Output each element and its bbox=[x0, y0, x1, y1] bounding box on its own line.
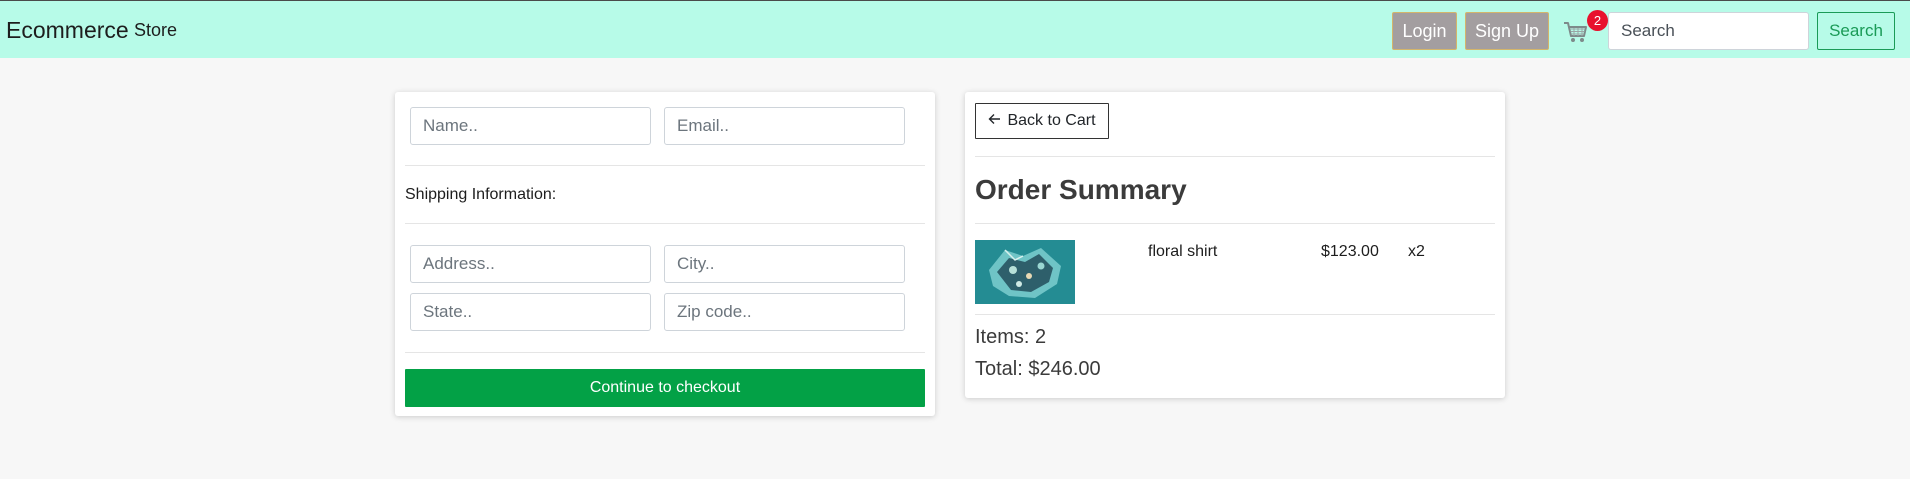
product-price: $123.00 bbox=[1321, 243, 1379, 260]
address-field[interactable] bbox=[410, 245, 651, 283]
divider bbox=[975, 314, 1495, 315]
continue-to-checkout-button[interactable]: Continue to checkout bbox=[405, 369, 925, 407]
order-summary-title: Order Summary bbox=[975, 174, 1187, 205]
divider bbox=[405, 352, 925, 353]
divider bbox=[405, 165, 925, 166]
items-count: Items: 2 bbox=[975, 326, 1047, 348]
back-to-cart-button[interactable]: Back to Cart bbox=[975, 103, 1109, 139]
product-quantity: x2 bbox=[1408, 243, 1425, 260]
nav-link-store[interactable]: Store bbox=[134, 20, 177, 41]
email-field[interactable] bbox=[664, 107, 905, 145]
order-total: Total: $246.00 bbox=[975, 358, 1101, 380]
signup-button[interactable]: Sign Up bbox=[1465, 12, 1549, 50]
back-to-cart-label: Back to Cart bbox=[1007, 112, 1096, 129]
shipping-information-label: Shipping Information: bbox=[405, 186, 557, 203]
divider bbox=[405, 223, 925, 224]
checkout-form-card: Shipping Information: Continue to checko… bbox=[395, 92, 935, 416]
state-field[interactable] bbox=[410, 293, 651, 331]
navbar: Ecommerce Store Login Sign Up 2 Search bbox=[0, 0, 1910, 58]
cart-icon[interactable] bbox=[1563, 19, 1589, 45]
zip-code-field[interactable] bbox=[664, 293, 905, 331]
search-input[interactable] bbox=[1608, 12, 1809, 50]
cart-count-badge: 2 bbox=[1587, 10, 1608, 31]
login-button[interactable]: Login bbox=[1392, 12, 1457, 50]
city-field[interactable] bbox=[664, 245, 905, 283]
brand-logo[interactable]: Ecommerce bbox=[6, 17, 129, 44]
arrow-left-icon bbox=[988, 112, 1001, 130]
order-summary-card: Back to Cart Order Summary floral shirt … bbox=[965, 92, 1505, 398]
product-name: floral shirt bbox=[1148, 243, 1218, 260]
name-field[interactable] bbox=[410, 107, 651, 145]
product-thumbnail bbox=[975, 240, 1075, 304]
divider bbox=[975, 223, 1495, 224]
divider bbox=[975, 156, 1495, 157]
search-button[interactable]: Search bbox=[1817, 12, 1895, 50]
